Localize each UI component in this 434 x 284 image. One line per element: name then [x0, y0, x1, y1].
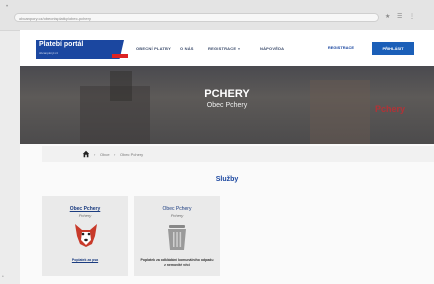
more-icon[interactable]: ⋮	[409, 13, 415, 20]
page-subtitle: Obec Pchery	[206, 102, 248, 109]
address-bar[interactable]: obcanpory.cz/obecnisplatky/obec-pchery	[14, 13, 379, 22]
breadcrumb-separator: ›	[94, 152, 96, 157]
card-title[interactable]: Obec Pchery	[134, 206, 220, 212]
browser-toolbar: • obcanpory.cz/obecnisplatky/obec-pchery…	[0, 0, 434, 31]
nav-o-nas[interactable]: O NÁS	[180, 46, 194, 51]
nav-napoveda[interactable]: NÁPOVĚDA	[260, 46, 284, 51]
home-icon[interactable]	[82, 150, 90, 158]
navbar: Platebí portál óbcanploryl.cz OBECNÍ PLA…	[20, 30, 434, 66]
card-subtitle: Pchery	[170, 213, 184, 218]
nav-obecni-platby[interactable]: OBECNÍ PLATBY	[136, 46, 171, 51]
logo-title: Platebí portál	[39, 41, 84, 48]
hero-banner: PCHERY Obec Pchery Pchery	[20, 66, 434, 144]
logo-accent	[112, 54, 128, 58]
card-action-text[interactable]: Poplatek za odkládání komunálního odpadu…	[140, 258, 214, 267]
breadcrumb-obce[interactable]: Obce	[100, 152, 110, 157]
login-button[interactable]: PŘIHLÁSIT	[372, 42, 414, 55]
site-logo[interactable]: Platebí portál óbcanploryl.cz	[36, 40, 124, 59]
chevron-down-icon: ▼	[237, 47, 241, 51]
service-card-waste[interactable]: Obec Pchery Pchery Poplatek za odkládání…	[134, 196, 220, 276]
menu-icon[interactable]: ☰	[397, 13, 402, 20]
tab-icon[interactable]: •	[6, 4, 8, 10]
dog-icon	[75, 224, 97, 247]
breadcrumb: › Obce › Obec Pchery	[42, 146, 434, 162]
status-indicator: •	[2, 274, 4, 280]
service-card-dog[interactable]: Obec Pchery Pchery Poplatek za psa	[42, 196, 128, 276]
trash-bin-icon	[168, 225, 186, 250]
services-heading: Služby	[215, 176, 239, 183]
logo-subtitle: óbcanploryl.cz	[39, 51, 59, 55]
card-subtitle: Pchery	[78, 213, 92, 218]
card-action-link[interactable]: Poplatek za psa	[42, 258, 128, 262]
bookmark-icon[interactable]: ★	[385, 13, 390, 20]
municipality-logo: Pchery	[375, 104, 406, 114]
card-title[interactable]: Obec Pchery	[42, 206, 128, 212]
register-button[interactable]: REGISTRACE	[320, 42, 362, 54]
page-title: PCHERY	[204, 88, 250, 100]
breadcrumb-separator: ›	[114, 152, 116, 157]
nav-registrace[interactable]: REGISTRACE ▼	[208, 46, 241, 51]
web-page: Platebí portál óbcanploryl.cz OBECNÍ PLA…	[20, 30, 434, 284]
breadcrumb-current: Obec Pchery	[120, 152, 144, 157]
